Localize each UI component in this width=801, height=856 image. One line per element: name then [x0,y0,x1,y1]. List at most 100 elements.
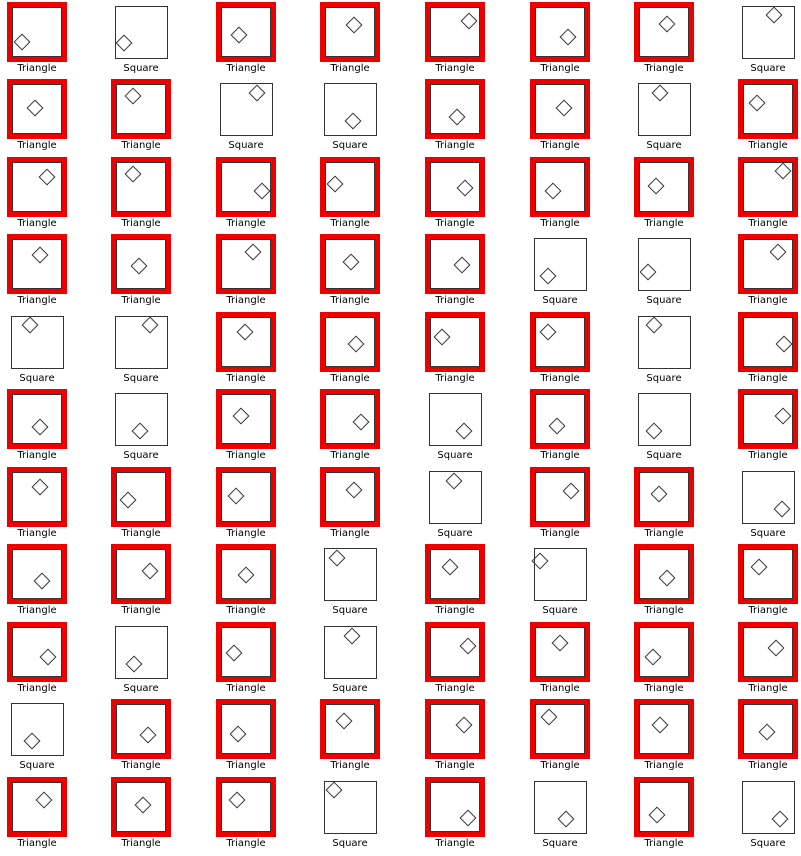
cell-label: Square [123,373,159,384]
highlighted-frame [320,467,380,527]
grid-cell: Triangle [111,157,181,229]
cell-label: Square [646,295,682,306]
cell-label: Triangle [330,760,370,771]
grid-cell: Triangle [425,157,495,229]
grid-cell: Square [530,544,600,616]
highlighted-frame [530,157,590,217]
grid-cell: Triangle [530,699,600,771]
highlighted-frame [738,622,798,682]
highlighted-frame [738,157,798,217]
grid-cell: Triangle [320,699,390,771]
highlighted-frame [7,389,67,449]
cell-label: Triangle [330,63,370,74]
grid-cell: Triangle [425,312,495,384]
grid-cell: Triangle [634,157,704,229]
cell-label: Triangle [435,683,475,694]
highlighted-frame [216,2,276,62]
grid-cell: Triangle [425,2,495,74]
grid-cell: Triangle [530,312,600,384]
cell-label: Triangle [540,140,580,151]
cell-label: Triangle [435,218,475,229]
grid-cell: Triangle [320,389,390,461]
grid-cell: Square [738,2,801,74]
cell-label: Triangle [121,218,161,229]
cell-label: Square [19,373,55,384]
cell-label: Square [123,63,159,74]
cell-label: Square [19,760,55,771]
highlighted-frame [7,777,67,837]
cell-label: Triangle [748,218,788,229]
cell-label: Triangle [540,218,580,229]
grid-cell: Square [7,312,77,384]
grid-cell: Triangle [425,699,495,771]
grid-cell: Square [111,622,181,694]
cell-label: Triangle [17,683,57,694]
highlighted-frame [530,312,590,372]
cell-label: Triangle [121,605,161,616]
highlighted-frame [425,312,485,372]
grid-cell: Triangle [425,544,495,616]
cell-label: Triangle [330,295,370,306]
grid-cell: Triangle [738,389,801,461]
cell-label: Square [542,295,578,306]
cell-label: Triangle [644,683,684,694]
grid-cell: Triangle [425,777,495,849]
grid-cell: Triangle [7,157,77,229]
highlighted-frame [7,234,67,294]
cell-label: Triangle [121,760,161,771]
grid-cell: Triangle [738,699,801,771]
grid-cell: Triangle [216,389,286,461]
cell-label: Triangle [17,450,57,461]
grid-cell: Triangle [320,467,390,539]
cell-label: Triangle [121,838,161,849]
grid-cell: Triangle [7,2,77,74]
grid-cell: Triangle [738,79,801,151]
cell-label: Triangle [540,683,580,694]
highlighted-frame [738,79,798,139]
grid-cell: Triangle [425,79,495,151]
grid-cell: Triangle [320,234,390,306]
cell-label: Triangle [17,140,57,151]
highlighted-frame [530,622,590,682]
grid-cell: Triangle [216,2,286,74]
highlighted-frame [7,544,67,604]
highlighted-frame [634,157,694,217]
plain-frame [638,393,691,446]
cell-label: Triangle [540,760,580,771]
grid-cell: Triangle [634,544,704,616]
grid-cell: Square [425,467,495,539]
grid-cell: Square [634,79,704,151]
cell-label: Triangle [644,605,684,616]
grid-cell: Triangle [216,544,286,616]
plain-frame [534,238,587,291]
grid-cell: Square [530,234,600,306]
highlighted-frame [425,2,485,62]
highlighted-frame [7,622,67,682]
plain-frame [115,393,168,446]
grid-cell: Triangle [634,467,704,539]
grid-cell: Triangle [7,79,77,151]
cell-label: Square [646,140,682,151]
grid-cell: Triangle [320,2,390,74]
cell-label: Triangle [435,605,475,616]
shape-grid: Triangle Square Triangle Triangle Triangle Tr… [0,0,801,856]
grid-cell: Triangle [634,777,704,849]
cell-label: Square [750,528,786,539]
grid-cell: Square [320,622,390,694]
cell-label: Square [646,450,682,461]
cell-label: Square [123,450,159,461]
cell-label: Triangle [748,295,788,306]
cell-label: Triangle [435,140,475,151]
cell-label: Square [542,605,578,616]
grid-cell: Triangle [7,622,77,694]
highlighted-frame [425,777,485,837]
cell-label: Square [437,450,473,461]
highlighted-frame [738,234,798,294]
cell-label: Square [123,683,159,694]
highlighted-frame [530,2,590,62]
cell-label: Triangle [330,218,370,229]
grid-cell: Triangle [530,2,600,74]
grid-cell: Square [530,777,600,849]
plain-frame [429,393,482,446]
highlighted-frame [738,389,798,449]
